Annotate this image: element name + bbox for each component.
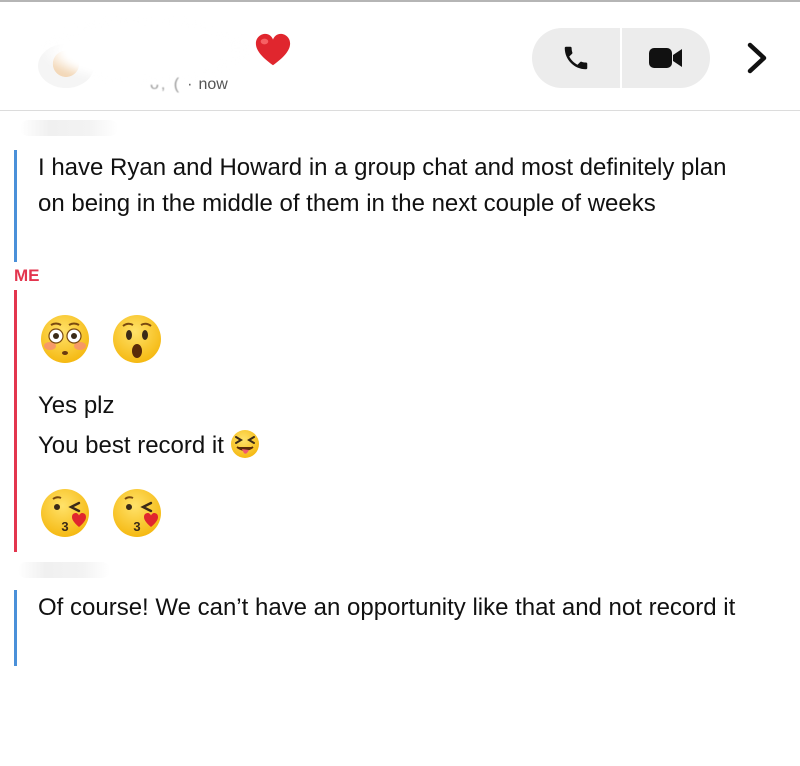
status-time: now (198, 76, 228, 93)
video-call-button[interactable] (622, 28, 710, 88)
friend-message-text[interactable]: I have Ryan and Howard in a group chat a… (38, 150, 758, 222)
redacted-sender-name (20, 120, 118, 136)
my-message-record-it-text: You best record it (38, 432, 224, 459)
header-divider (0, 110, 800, 111)
voice-call-button[interactable] (532, 28, 620, 88)
svg-text:3: 3 (61, 519, 68, 534)
phone-icon (564, 46, 588, 70)
me-sender-label: ME (14, 266, 40, 285)
kissing-heart-emoji-icon[interactable]: 3 (39, 487, 91, 539)
status-separator: · (187, 76, 193, 93)
my-message-group: Yes plz You best record it 3 3 (14, 290, 774, 552)
my-message-record-it[interactable]: You best record it (38, 428, 260, 464)
flushed-face-emoji-icon[interactable] (39, 313, 91, 365)
chevron-right-icon (747, 42, 767, 74)
video-camera-icon (649, 48, 682, 68)
redacted-friend-name (40, 16, 250, 84)
svg-text:3: 3 (133, 519, 140, 534)
call-actions (532, 28, 710, 88)
friend-message-bar (14, 590, 17, 666)
heart-emoji-icon (255, 33, 291, 66)
kissing-heart-emoji-icon[interactable]: 3 (111, 487, 163, 539)
friend-message-group: I have Ryan and Howard in a group chat a… (14, 150, 774, 262)
more-options-button[interactable] (742, 38, 772, 78)
redacted-sender-name (18, 562, 110, 578)
friend-message-group: Of course! We can’t have an opportunity … (14, 590, 774, 666)
friend-message-text[interactable]: Of course! We can’t have an opportunity … (38, 590, 758, 626)
friend-message-bar (14, 150, 17, 262)
presence-status: ᴗ, ( · now (150, 76, 228, 94)
my-message-bar (14, 290, 17, 552)
my-message-yes-plz[interactable]: Yes plz (38, 388, 115, 424)
redacted-status-prefix: ᴗ, ( (150, 76, 182, 93)
hushed-face-emoji-icon[interactable] (111, 313, 163, 365)
chat-header: ᴗ, ( · now (0, 2, 800, 110)
squinting-tongue-emoji-icon (230, 430, 259, 458)
